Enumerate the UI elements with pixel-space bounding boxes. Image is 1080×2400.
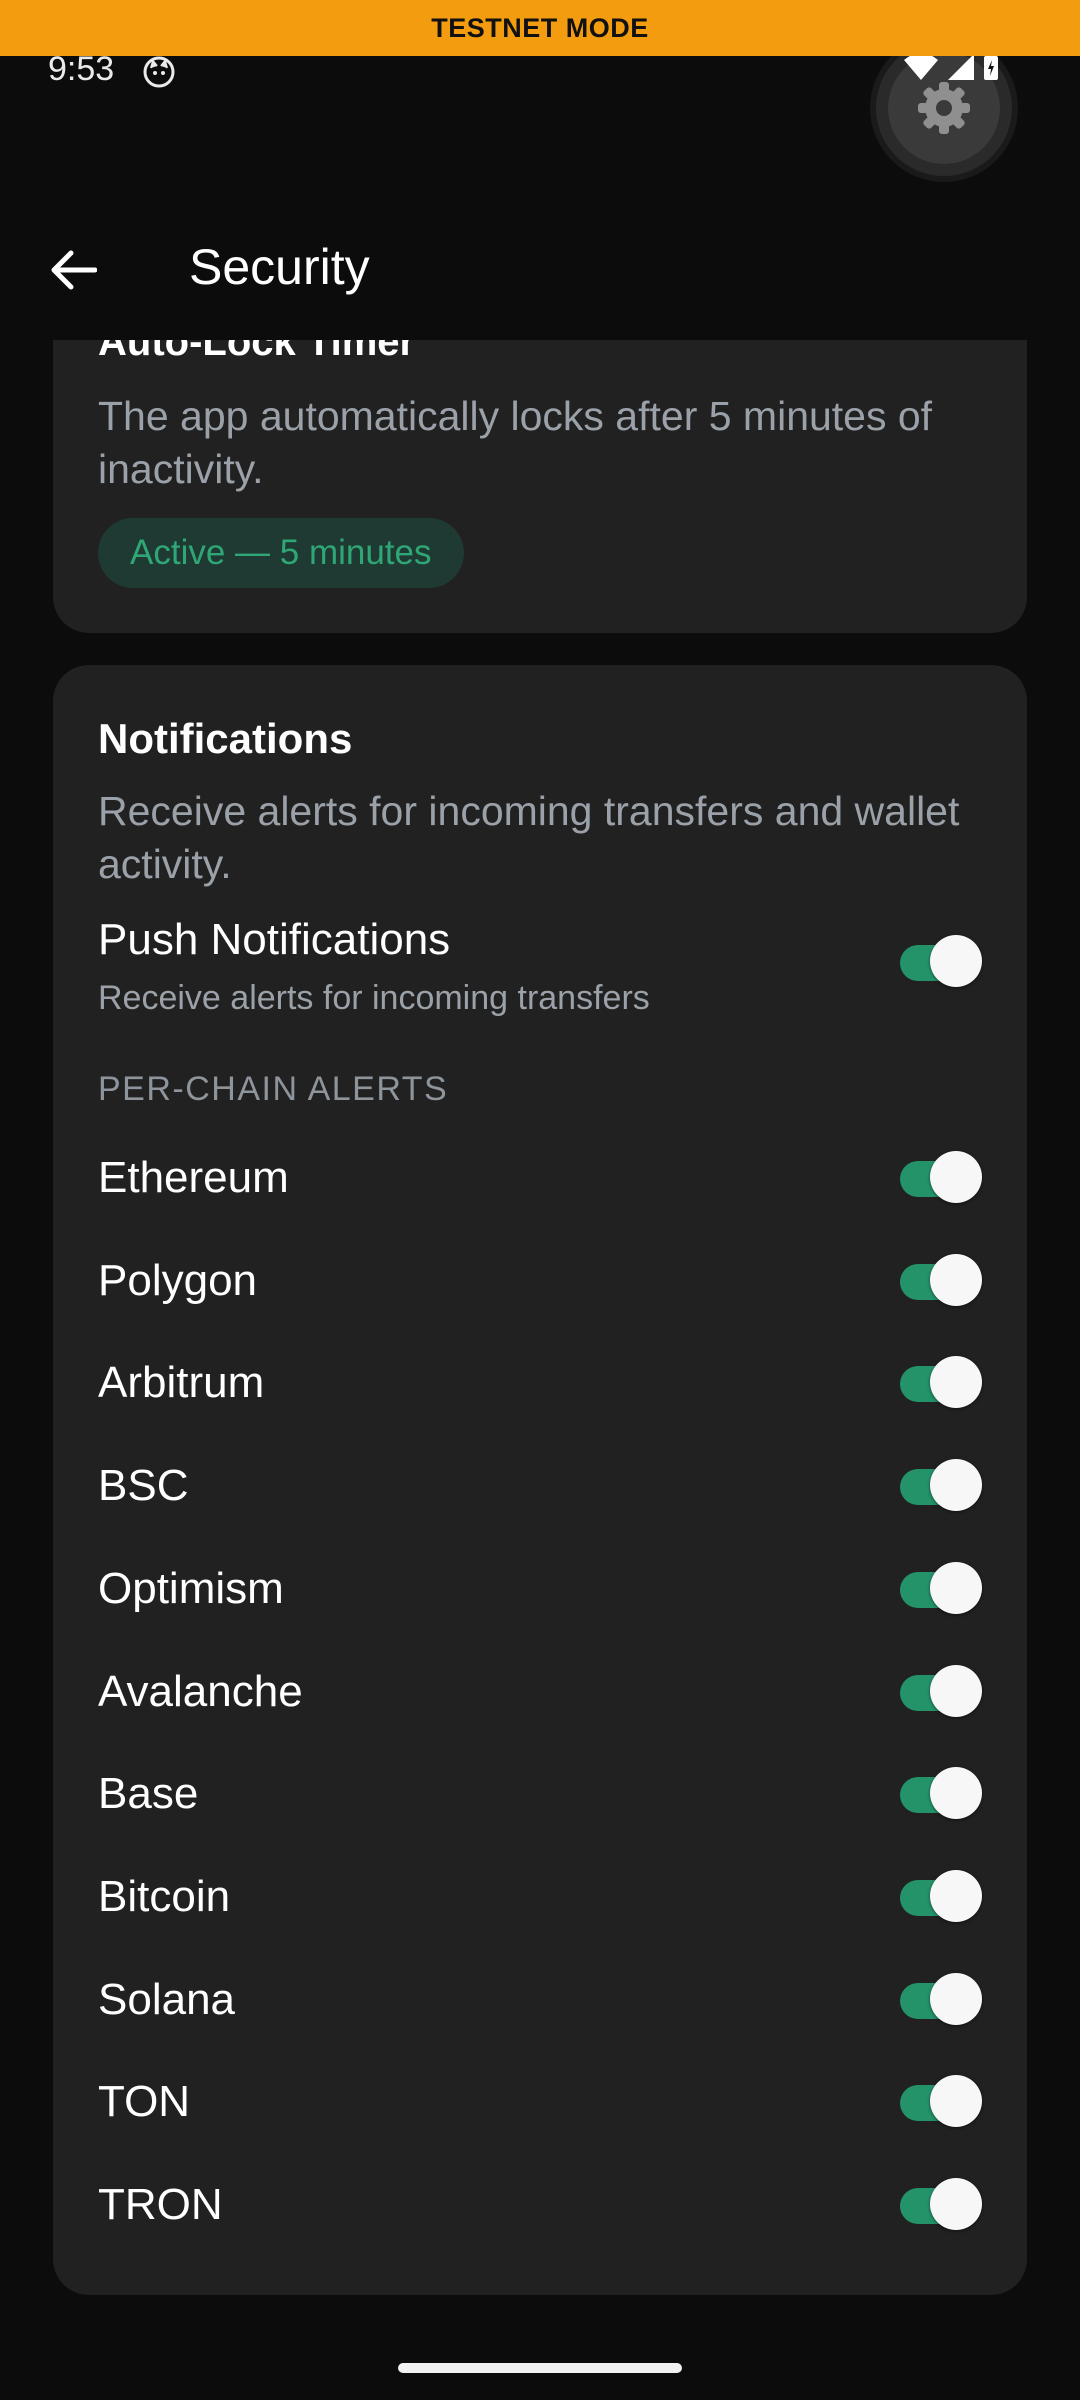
- chain-alert-label: Polygon: [98, 1256, 258, 1305]
- chain-alert-toggle[interactable]: [900, 1356, 982, 1408]
- chain-alert-label: Avalanche: [98, 1667, 303, 1716]
- chain-alert-toggle[interactable]: [900, 1870, 982, 1922]
- chain-alert-row-ethereum[interactable]: Ethereum: [98, 1127, 982, 1227]
- chain-alert-row-bitcoin[interactable]: Bitcoin: [98, 1846, 982, 1946]
- battery-icon: [984, 53, 998, 80]
- chain-alert-label: Base: [98, 1769, 199, 1818]
- wifi-icon: [904, 53, 938, 80]
- chain-alert-toggle[interactable]: [900, 1151, 982, 1203]
- chain-alert-toggle[interactable]: [900, 2075, 982, 2127]
- notifications-card: Notifications Receive alerts for incomin…: [53, 665, 1027, 2295]
- chain-alert-toggle[interactable]: [900, 2178, 982, 2230]
- chain-alert-label: Arbitrum: [98, 1358, 265, 1407]
- system-icons: [902, 52, 1000, 82]
- app-bar: Security: [0, 200, 1080, 340]
- chain-alert-toggle[interactable]: [900, 1767, 982, 1819]
- cat-icon: [143, 56, 175, 88]
- push-notifications-row[interactable]: Push Notifications Receive alerts for in…: [98, 915, 982, 1025]
- notifications-description: Receive alerts for incoming transfers an…: [98, 788, 960, 887]
- chain-alert-label: Bitcoin: [98, 1872, 231, 1921]
- chain-alert-toggle[interactable]: [900, 1665, 982, 1717]
- chain-alert-row-solana[interactable]: Solana: [98, 1949, 982, 2049]
- chain-alert-row-avalanche[interactable]: Avalanche: [98, 1641, 982, 1741]
- chain-alert-row-tron[interactable]: TRON: [98, 2154, 982, 2254]
- testnet-mode-banner: TESTNET MODE: [0, 0, 1080, 56]
- home-indicator[interactable]: [398, 2363, 682, 2373]
- page-title: Security: [189, 239, 370, 295]
- push-notifications-subtitle: Receive alerts for incoming transfers: [98, 979, 650, 1017]
- auto-lock-status-badge: Active — 5 minutes: [98, 518, 464, 588]
- chain-alert-row-ton[interactable]: TON: [98, 2051, 982, 2151]
- push-notifications-title: Push Notifications: [98, 915, 451, 964]
- push-notifications-toggle[interactable]: [900, 935, 982, 987]
- chain-alert-row-arbitrum[interactable]: Arbitrum: [98, 1332, 982, 1432]
- per-chain-alerts-label: PER-CHAIN ALERTS: [98, 1070, 449, 1108]
- notifications-title: Notifications: [98, 715, 353, 762]
- chain-alert-toggle[interactable]: [900, 1973, 982, 2025]
- chain-alert-row-optimism[interactable]: Optimism: [98, 1538, 982, 1638]
- banner-text: TESTNET MODE: [431, 12, 649, 43]
- chain-alert-toggle[interactable]: [900, 1562, 982, 1614]
- back-button[interactable]: [40, 236, 108, 304]
- chain-alert-label: Optimism: [98, 1564, 284, 1613]
- chain-alert-toggle[interactable]: [900, 1459, 982, 1511]
- chain-alert-label: Ethereum: [98, 1153, 289, 1202]
- chain-alert-row-polygon[interactable]: Polygon: [98, 1230, 982, 1330]
- chain-alert-toggle[interactable]: [900, 1254, 982, 1306]
- auto-lock-card: Auto-Lock Timer The app automatically lo…: [53, 300, 1027, 633]
- chain-alert-row-base[interactable]: Base: [98, 1743, 982, 1843]
- chain-alert-label: TRON: [98, 2180, 223, 2229]
- chain-alert-label: BSC: [98, 1461, 189, 1510]
- signal-icon: [948, 54, 974, 80]
- chain-alert-label: TON: [98, 2077, 191, 2126]
- arrow-left-icon: [51, 250, 97, 290]
- auto-lock-description: The app automatically locks after 5 minu…: [98, 393, 933, 492]
- chain-alert-row-bsc[interactable]: BSC: [98, 1435, 982, 1535]
- chain-alert-label: Solana: [98, 1975, 236, 2024]
